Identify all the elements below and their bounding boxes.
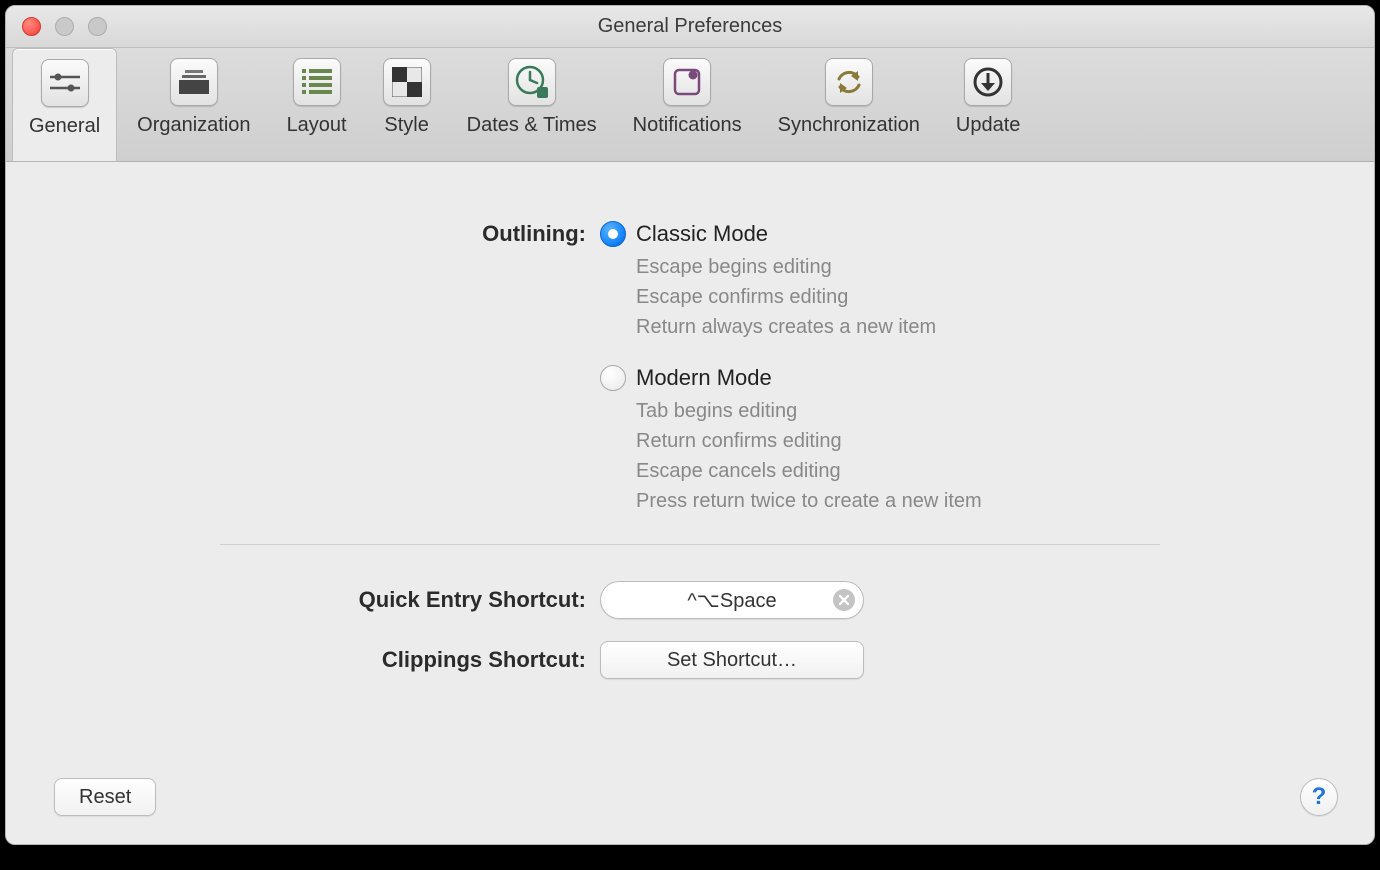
modern-hints: Tab begins editing Return confirms editi… [636, 396, 1240, 516]
outlining-label: Outlining: [140, 218, 600, 250]
tab-synchronization[interactable]: Synchronization [762, 48, 936, 161]
help-icon: ? [1312, 783, 1327, 811]
zoom-window-button[interactable] [88, 17, 107, 36]
tab-label: Update [956, 114, 1021, 137]
hint-text: Press return twice to create a new item [636, 486, 1240, 516]
tab-label: Notifications [633, 114, 742, 137]
tab-label: Layout [287, 114, 347, 137]
tab-update[interactable]: Update [940, 48, 1037, 161]
checkerboard-icon [383, 58, 431, 106]
radio-icon [600, 221, 626, 247]
tab-layout[interactable]: Layout [271, 48, 363, 161]
sliders-icon [41, 59, 89, 107]
radio-icon [600, 365, 626, 391]
quick-entry-shortcut-field[interactable]: ^⌥Space [600, 581, 864, 619]
button-label: Reset [79, 786, 131, 809]
clippings-label: Clippings Shortcut: [140, 644, 600, 676]
x-icon [838, 594, 850, 606]
tab-label: General [29, 115, 100, 138]
help-button[interactable]: ? [1300, 778, 1338, 816]
tab-notifications[interactable]: Notifications [617, 48, 758, 161]
notification-icon [663, 58, 711, 106]
outlining-classic-radio[interactable]: Classic Mode [600, 218, 1240, 250]
tab-general[interactable]: General [12, 48, 117, 162]
hint-text: Return confirms editing [636, 426, 1240, 456]
tab-label: Dates & Times [467, 114, 597, 137]
form: Outlining: Classic Mode Escape begins ed… [140, 218, 1240, 679]
tab-style[interactable]: Style [367, 48, 447, 161]
window-title: General Preferences [6, 15, 1374, 38]
titlebar: General Preferences [6, 6, 1374, 48]
stack-icon [170, 58, 218, 106]
shortcut-value: ^⌥Space [687, 588, 776, 613]
hint-text: Return always creates a new item [636, 312, 1240, 342]
set-clippings-shortcut-button[interactable]: Set Shortcut… [600, 641, 864, 679]
download-icon [964, 58, 1012, 106]
clock-icon [508, 58, 556, 106]
sync-icon [825, 58, 873, 106]
hint-text: Escape cancels editing [636, 456, 1240, 486]
radio-label: Classic Mode [636, 218, 768, 250]
reset-button[interactable]: Reset [54, 778, 156, 816]
button-label: Set Shortcut… [667, 649, 797, 672]
preferences-window: General Preferences General [5, 5, 1375, 845]
close-window-button[interactable] [22, 17, 41, 36]
tab-label: Style [384, 114, 428, 137]
tab-label: Synchronization [778, 114, 920, 137]
traffic-lights [22, 6, 107, 47]
hint-text: Tab begins editing [636, 396, 1240, 426]
tab-organization[interactable]: Organization [121, 48, 266, 161]
hint-text: Escape confirms editing [636, 282, 1240, 312]
quick-entry-label: Quick Entry Shortcut: [140, 584, 600, 616]
hint-text: Escape begins editing [636, 252, 1240, 282]
preferences-toolbar: General Organization [6, 48, 1374, 162]
classic-hints: Escape begins editing Escape confirms ed… [636, 252, 1240, 342]
outlining-modern-radio[interactable]: Modern Mode [600, 362, 1240, 394]
list-icon [293, 58, 341, 106]
tab-label: Organization [137, 114, 250, 137]
minimize-window-button[interactable] [55, 17, 74, 36]
divider [220, 544, 1160, 545]
tab-dates-times[interactable]: Dates & Times [451, 48, 613, 161]
radio-label: Modern Mode [636, 362, 772, 394]
clear-shortcut-button[interactable] [833, 589, 855, 611]
general-pane: Outlining: Classic Mode Escape begins ed… [6, 162, 1374, 844]
